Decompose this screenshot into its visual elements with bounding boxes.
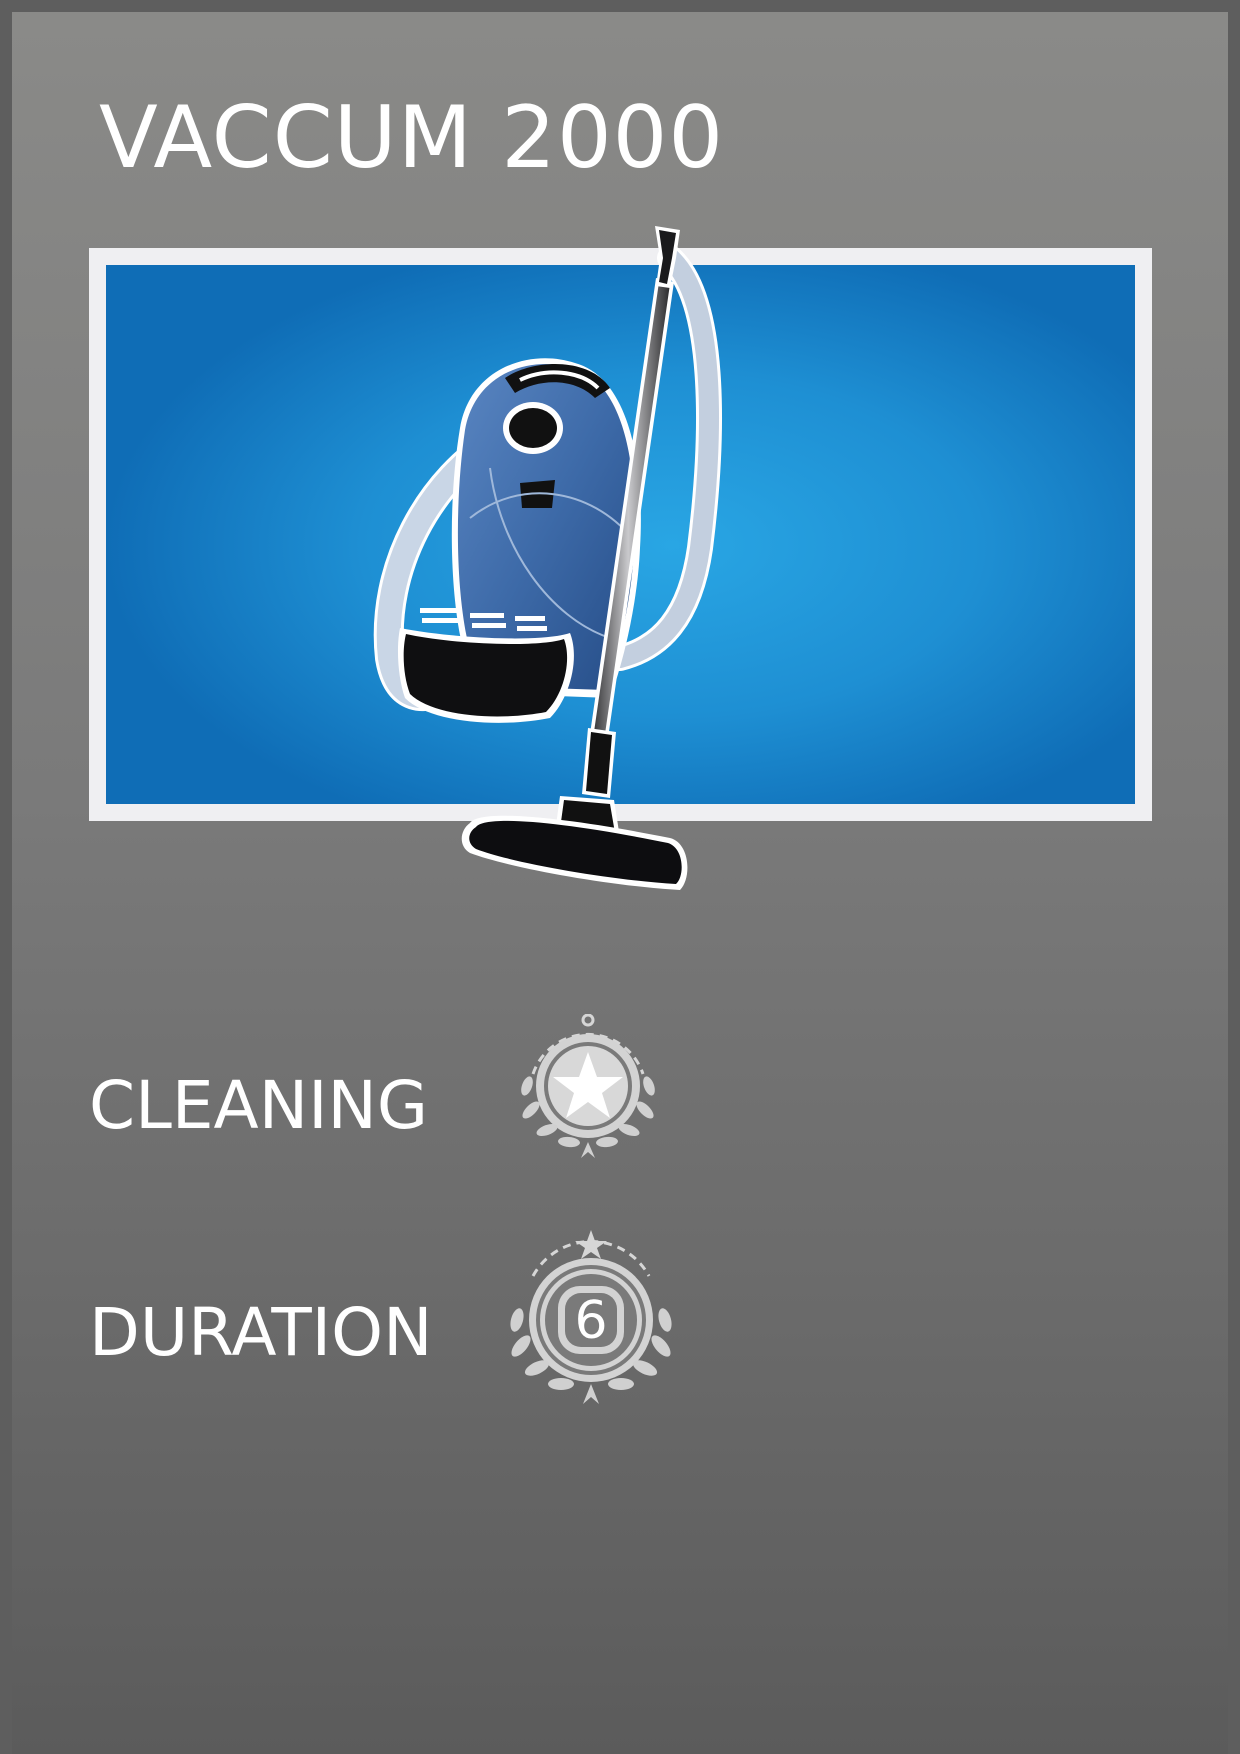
- cleaning-label: CLEANING: [89, 1067, 429, 1144]
- star-laurel-badge-icon: [521, 1014, 655, 1158]
- duration-value: 6: [574, 1291, 607, 1351]
- product-title: VACCUM 2000: [99, 88, 725, 188]
- number-laurel-badge-icon: 6: [510, 1230, 672, 1404]
- vacuum-cleaner-icon: [373, 226, 722, 890]
- duration-label: DURATION: [89, 1294, 433, 1371]
